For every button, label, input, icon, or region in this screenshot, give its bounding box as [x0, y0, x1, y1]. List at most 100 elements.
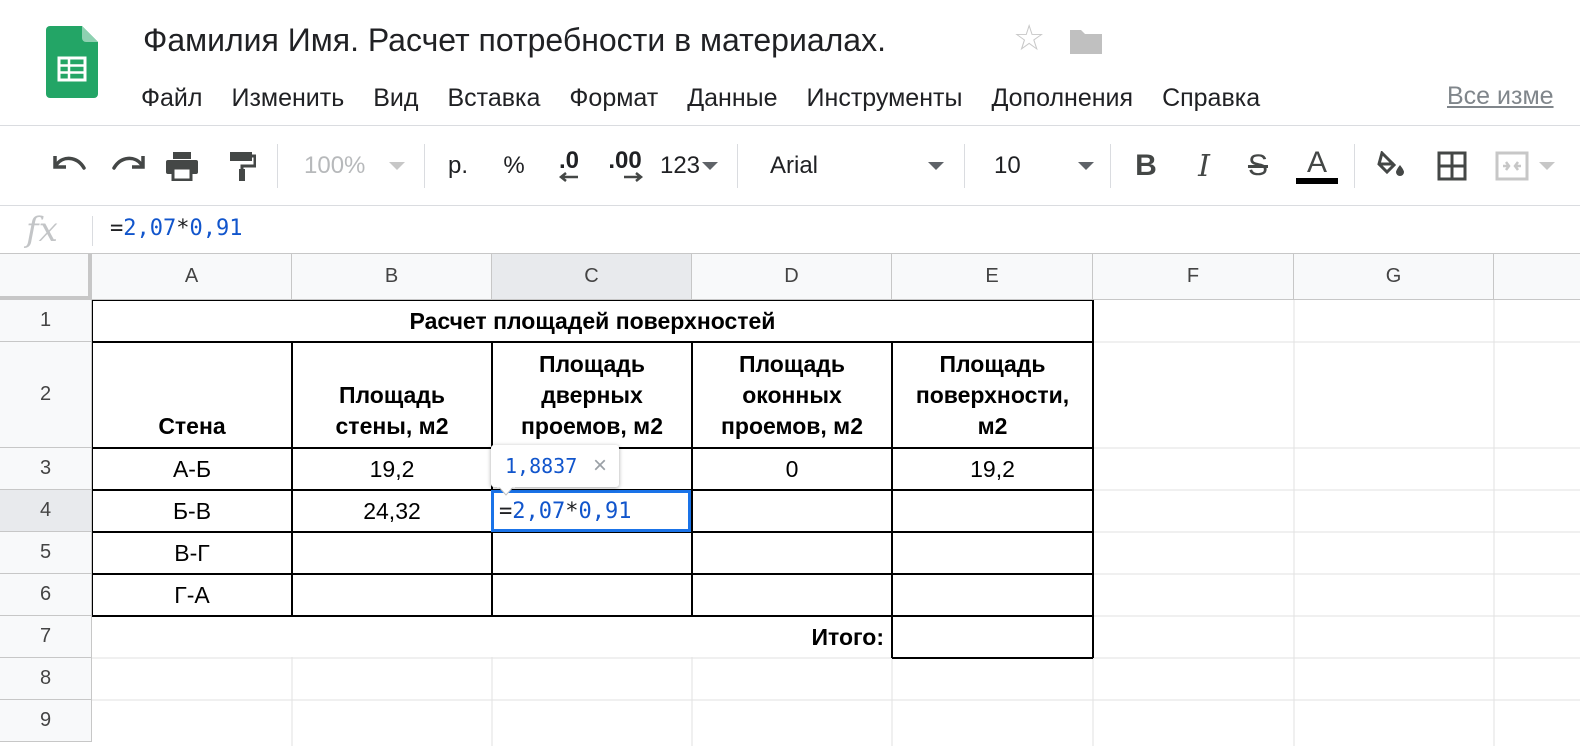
table-cell[interactable]: В-Г: [92, 532, 292, 574]
last-edit-link[interactable]: Все изме: [1447, 82, 1554, 111]
menu-tools[interactable]: Инструменты: [807, 84, 963, 113]
formula-preview-value: 1,8837: [505, 454, 578, 478]
toolbar-separator: [424, 144, 425, 188]
formula-preview-tooltip: 1,8837 ×: [491, 445, 619, 487]
header-wall-cell[interactable]: Стена: [92, 342, 292, 448]
row-header-9[interactable]: 9: [0, 700, 92, 742]
table-cell[interactable]: 24,32: [292, 490, 492, 532]
close-icon[interactable]: ×: [593, 452, 607, 480]
header-window-area-cell[interactable]: Площадь оконных проемов, м2: [692, 342, 892, 448]
text-color-button[interactable]: A: [1294, 126, 1340, 206]
chevron-down-icon: [702, 162, 719, 170]
font-select[interactable]: Arial: [752, 126, 952, 206]
undo-button[interactable]: [50, 126, 90, 206]
bold-button[interactable]: B: [1126, 126, 1166, 206]
paint-format-button[interactable]: [222, 126, 262, 206]
toolbar: 100% р. % .0 .00 123 Arial 10 B I S A: [0, 126, 1580, 206]
row-header-7[interactable]: 7: [0, 616, 92, 658]
currency-format-button[interactable]: р.: [438, 126, 478, 206]
header-door-area-cell[interactable]: Площадь дверных проемов, м2: [492, 342, 692, 448]
row-header-4[interactable]: 4: [0, 490, 92, 532]
column-header-f[interactable]: F: [1093, 254, 1294, 300]
print-icon: [166, 152, 198, 181]
table-cell[interactable]: Г-А: [92, 574, 292, 616]
menu-help[interactable]: Справка: [1162, 84, 1260, 113]
table-cell[interactable]: Б-В: [92, 490, 292, 532]
header-wall-area-cell[interactable]: Площадь стены, м2: [292, 342, 492, 448]
chevron-down-icon: [389, 162, 405, 170]
column-header-g[interactable]: G: [1294, 254, 1494, 300]
formula-eq: =: [110, 216, 124, 241]
italic-button[interactable]: I: [1184, 126, 1224, 206]
merge-cells-icon: [1495, 151, 1529, 181]
column-header-d[interactable]: D: [692, 254, 892, 300]
row-header-1[interactable]: 1: [0, 300, 92, 342]
chevron-down-icon: [1539, 162, 1555, 170]
arrow-left-icon: [558, 172, 578, 182]
column-header-a[interactable]: A: [92, 254, 292, 300]
row-header-6[interactable]: 6: [0, 574, 92, 616]
table-title-cell[interactable]: Расчет площадей поверхностей: [92, 300, 1093, 342]
table-cell[interactable]: 19,2: [892, 448, 1093, 490]
active-cell-editor[interactable]: =2,07*0,91: [491, 490, 691, 532]
font-size-select[interactable]: 10: [978, 126, 1100, 206]
tooltip-pointer: [497, 486, 515, 496]
table-cell[interactable]: 0: [692, 448, 892, 490]
zoom-value: 100%: [304, 152, 366, 179]
menu-insert[interactable]: Вставка: [447, 84, 540, 113]
sheets-logo-icon[interactable]: [46, 26, 98, 98]
formula-input[interactable]: =2,07*0,91: [110, 216, 242, 241]
percent-label: %: [503, 152, 525, 179]
strikethrough-button[interactable]: S: [1238, 126, 1278, 206]
table-cell[interactable]: 19,2: [292, 448, 492, 490]
menu-edit[interactable]: Изменить: [231, 84, 344, 113]
active-cell-formula: =2,07*0,91: [499, 499, 631, 524]
more-formats-button[interactable]: 123: [656, 126, 722, 206]
menu-file[interactable]: Файл: [141, 84, 202, 113]
row-header-3[interactable]: 3: [0, 448, 92, 490]
italic-icon: I: [1198, 148, 1210, 184]
folder-icon[interactable]: [1068, 28, 1104, 56]
column-header-c[interactable]: C: [492, 254, 692, 300]
zoom-select[interactable]: 100%: [290, 126, 415, 206]
star-icon[interactable]: ☆: [1013, 20, 1045, 56]
formula-operator: *: [176, 216, 190, 241]
fill-color-button[interactable]: [1372, 126, 1412, 206]
print-button[interactable]: [162, 126, 202, 206]
column-header-b[interactable]: B: [292, 254, 492, 300]
font-size-value: 10: [994, 152, 1021, 179]
redo-icon: [112, 156, 145, 170]
merge-cells-button[interactable]: [1490, 126, 1560, 206]
chevron-down-icon: [1078, 162, 1094, 170]
decrease-decimals-label: .0: [558, 147, 579, 174]
toolbar-separator: [1110, 144, 1111, 188]
redo-button[interactable]: [108, 126, 148, 206]
arrow-right-icon: [624, 172, 644, 182]
toolbar-separator: [737, 144, 738, 188]
header-surface-area-cell[interactable]: Площадь поверхности, м2: [892, 342, 1093, 448]
more-formats-label: 123: [659, 152, 701, 179]
column-header-h[interactable]: [1494, 254, 1580, 300]
total-label-cell[interactable]: Итого:: [692, 616, 892, 658]
menu-view[interactable]: Вид: [373, 84, 418, 113]
select-all-corner[interactable]: [0, 254, 92, 300]
menu-format[interactable]: Формат: [569, 84, 658, 113]
menu-data[interactable]: Данные: [687, 84, 777, 113]
formula-bar-separator: [92, 216, 93, 246]
table-cell[interactable]: А-Б: [92, 448, 292, 490]
increase-decimals-button[interactable]: .00: [600, 126, 650, 206]
row-header-5[interactable]: 5: [0, 532, 92, 574]
column-header-e[interactable]: E: [892, 254, 1093, 300]
percent-format-button[interactable]: %: [494, 126, 534, 206]
decrease-decimals-button[interactable]: .0: [546, 126, 592, 206]
row-header-2[interactable]: 2: [0, 342, 92, 448]
text-color-icon: A: [1306, 146, 1327, 179]
formula-bar: fx =2,07*0,91: [0, 206, 1580, 254]
toolbar-separator: [277, 144, 278, 188]
row-header-8[interactable]: 8: [0, 658, 92, 700]
text-color-swatch: [1296, 178, 1338, 184]
menu-addons[interactable]: Дополнения: [991, 84, 1133, 113]
borders-button[interactable]: [1432, 126, 1472, 206]
fx-icon: fx: [26, 210, 58, 250]
document-title[interactable]: Фамилия Имя. Расчет потребности в матери…: [143, 22, 886, 59]
